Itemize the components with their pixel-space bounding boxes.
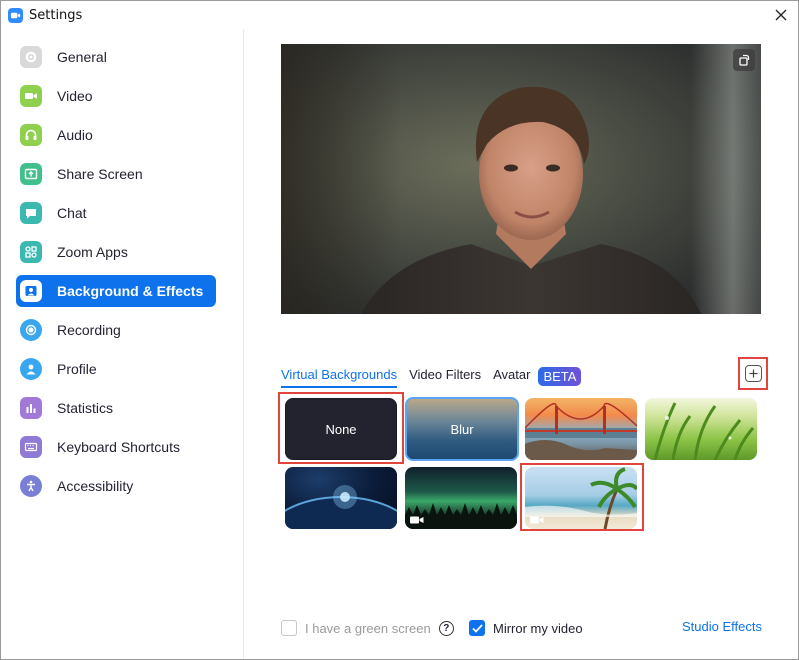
sidebar-item-general[interactable]: General (16, 41, 216, 73)
sidebar-item-background-effects[interactable]: Background & Effects (16, 275, 216, 307)
gear-icon (20, 46, 42, 68)
sidebar-item-keyboard-shortcuts[interactable]: Keyboard Shortcuts (16, 431, 216, 463)
green-screen-option: I have a green screen ? (281, 618, 454, 638)
video-background-icon (410, 516, 424, 524)
plus-icon (744, 365, 762, 382)
close-icon (775, 9, 787, 21)
video-background-icon (530, 516, 544, 524)
golden-gate-bridge-image (525, 402, 637, 460)
sidebar-item-chat[interactable]: Chat (16, 197, 216, 229)
settings-window: Settings General Video Audio Share Scree… (0, 0, 799, 660)
person-icon (20, 358, 42, 380)
record-icon (20, 319, 42, 341)
apps-icon (20, 241, 42, 263)
mirror-video-checkbox[interactable] (469, 620, 485, 636)
headphones-icon (20, 124, 42, 146)
share-screen-icon (20, 163, 42, 185)
sidebar-item-video[interactable]: Video (16, 80, 216, 112)
sidebar-item-label: Background & Effects (57, 283, 204, 299)
sidebar-item-label: Profile (57, 361, 97, 377)
bg-earth-space-thumbnail[interactable] (285, 467, 397, 529)
close-button[interactable] (772, 6, 790, 24)
window-title: Settings (29, 8, 83, 23)
rotate-camera-button[interactable] (733, 49, 755, 71)
bg-none-label: None (325, 421, 357, 437)
add-background-button[interactable] (738, 357, 768, 390)
bg-aurora-thumbnail[interactable] (405, 467, 517, 529)
sidebar-item-label: Share Screen (57, 166, 143, 182)
sidebar-item-label: Statistics (57, 400, 114, 416)
bg-blur-thumbnail[interactable]: Blur (405, 397, 519, 461)
sidebar-item-label: General (57, 49, 107, 65)
studio-effects-link[interactable]: Studio Effects (682, 619, 762, 634)
green-screen-label: I have a green screen (305, 620, 431, 636)
bg-grass-thumbnail[interactable] (645, 398, 757, 460)
bg-blur-label: Blur (450, 421, 474, 437)
settings-sidebar: General Video Audio Share Screen Chat Zo… (1, 30, 244, 659)
background-tabs: Virtual Backgrounds Video Filters Avatar… (281, 363, 582, 389)
sidebar-item-label: Chat (57, 205, 87, 221)
title-bar: Settings (1, 1, 798, 30)
zoom-app-icon (8, 8, 23, 23)
sidebar-item-recording[interactable]: Recording (16, 314, 216, 346)
mirror-video-option: Mirror my video (469, 618, 583, 638)
sidebar-item-label: Keyboard Shortcuts (57, 439, 180, 455)
rotate-icon (739, 54, 750, 66)
tab-virtual-backgrounds[interactable]: Virtual Backgrounds (281, 364, 398, 388)
sidebar-item-accessibility[interactable]: Accessibility (16, 470, 216, 502)
sidebar-item-share-screen[interactable]: Share Screen (16, 158, 216, 190)
sidebar-item-label: Recording (57, 322, 121, 338)
chat-bubble-icon (20, 202, 42, 224)
camera-preview (281, 44, 761, 314)
sidebar-item-audio[interactable]: Audio (16, 119, 216, 151)
sidebar-item-label: Video (57, 88, 93, 104)
bg-golden-gate-thumbnail[interactable] (525, 398, 637, 460)
help-icon[interactable]: ? (438, 620, 454, 636)
sidebar-item-zoom-apps[interactable]: Zoom Apps (16, 236, 216, 268)
green-screen-checkbox[interactable] (281, 620, 297, 636)
grass-image (653, 402, 755, 460)
accessibility-icon (20, 475, 42, 497)
bg-beach-thumbnail[interactable] (525, 467, 637, 529)
keyboard-icon (20, 436, 42, 458)
bg-none-thumbnail[interactable]: None (285, 398, 397, 460)
checkmark-icon (471, 623, 483, 633)
sidebar-item-label: Zoom Apps (57, 244, 128, 260)
sidebar-item-profile[interactable]: Profile (16, 353, 216, 385)
tab-video-filters[interactable]: Video Filters (409, 364, 481, 388)
beta-badge: BETA (538, 366, 582, 386)
mirror-video-label: Mirror my video (493, 620, 583, 636)
bar-chart-icon (20, 397, 42, 419)
sidebar-item-label: Accessibility (57, 478, 134, 494)
tab-avatar[interactable]: Avatar (493, 364, 530, 388)
video-camera-icon (20, 85, 42, 107)
sidebar-item-label: Audio (57, 127, 93, 143)
person-background-icon (20, 280, 42, 302)
person-in-video (361, 86, 701, 314)
sidebar-item-statistics[interactable]: Statistics (16, 392, 216, 424)
earth-from-space-image (285, 485, 397, 529)
